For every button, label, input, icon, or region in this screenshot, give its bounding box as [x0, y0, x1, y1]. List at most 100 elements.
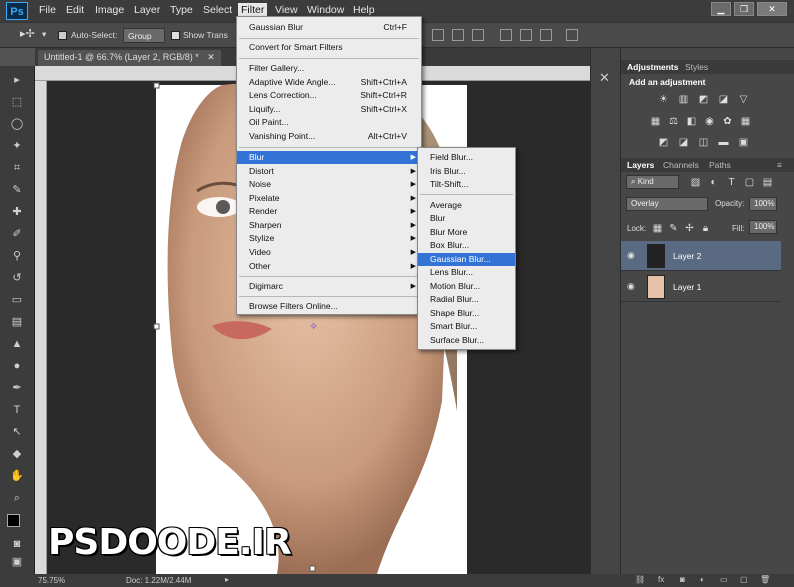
- transform-center-icon[interactable]: ✧: [309, 320, 318, 333]
- delete-layer-icon[interactable]: 🗑︎: [760, 575, 770, 584]
- menu-item-pixelate[interactable]: Pixelate ▶: [237, 192, 421, 205]
- black-white-icon[interactable]: ◧: [685, 116, 698, 127]
- menu-item-convert-smart-filters[interactable]: Convert for Smart Filters: [237, 41, 421, 54]
- opacity-input[interactable]: 100%: [749, 197, 777, 211]
- menu-item-stylize[interactable]: Stylize ▶: [237, 232, 421, 245]
- pen-tool-icon[interactable]: ✒: [9, 380, 25, 396]
- menu-item-last-filter[interactable]: Gaussian Blur Ctrl+F: [237, 21, 421, 34]
- photo-filter-icon[interactable]: ◉: [703, 116, 716, 127]
- crop-tool-icon[interactable]: ⌗: [9, 160, 25, 176]
- menu-item-lens-correction[interactable]: Lens Correction... Shift+Ctrl+R: [237, 89, 421, 102]
- menu-edit[interactable]: Edit: [66, 4, 84, 16]
- align-bottom-icon[interactable]: [472, 29, 484, 41]
- lock-position-icon[interactable]: ✢: [683, 223, 696, 234]
- menu-item-shape-blur[interactable]: Shape Blur...: [418, 307, 515, 320]
- fill-input[interactable]: 100%: [749, 220, 777, 234]
- hand-tool-icon[interactable]: ✋: [9, 468, 25, 484]
- lock-transparent-icon[interactable]: ▦: [651, 223, 664, 234]
- visibility-eye-icon[interactable]: ◉: [627, 250, 635, 261]
- menu-item-oil-paint[interactable]: Oil Paint...: [237, 116, 421, 129]
- menu-item-field-blur[interactable]: Field Blur...: [418, 151, 515, 164]
- visibility-eye-icon[interactable]: ◉: [627, 281, 635, 292]
- menu-help[interactable]: Help: [353, 4, 375, 16]
- menu-item-other[interactable]: Other ▶: [237, 260, 421, 273]
- restore-icon[interactable]: ❐: [734, 2, 754, 16]
- menu-item-radial-blur[interactable]: Radial Blur...: [418, 293, 515, 306]
- menu-item-tilt-shift[interactable]: Tilt-Shift...: [418, 178, 515, 191]
- clone-stamp-icon[interactable]: ⚲: [9, 248, 25, 264]
- panel-menu-icon[interactable]: ≡: [777, 160, 782, 170]
- auto-align-icon[interactable]: [566, 29, 578, 41]
- menu-file[interactable]: File: [39, 4, 56, 16]
- zoom-level[interactable]: 75.75%: [38, 576, 65, 585]
- new-group-icon[interactable]: ▭: [720, 575, 728, 584]
- add-mask-icon[interactable]: ◙: [680, 575, 685, 584]
- gradient-tool-icon[interactable]: ▤: [9, 314, 25, 330]
- menu-view[interactable]: View: [275, 4, 298, 16]
- move-tool-icon[interactable]: ▸: [9, 72, 25, 88]
- show-transform-checkbox[interactable]: [171, 31, 180, 40]
- color-lookup-icon[interactable]: ▦: [739, 116, 752, 127]
- vibrance-icon[interactable]: ▽: [737, 94, 750, 105]
- shape-tool-icon[interactable]: ◆: [9, 446, 25, 462]
- screen-mode-icon[interactable]: ▣: [9, 554, 25, 570]
- menu-image[interactable]: Image: [95, 4, 124, 16]
- tools-preset-icon[interactable]: ✕: [599, 70, 610, 86]
- align-middle-icon[interactable]: [452, 29, 464, 41]
- selective-color-icon[interactable]: ▣: [737, 137, 750, 148]
- healing-brush-icon[interactable]: ✚: [9, 204, 25, 220]
- menu-item-liquify[interactable]: Liquify... Shift+Ctrl+X: [237, 103, 421, 116]
- tab-layers[interactable]: Layers: [627, 160, 654, 170]
- levels-icon[interactable]: ▥: [677, 94, 690, 105]
- lasso-tool-icon[interactable]: ◯: [9, 116, 25, 132]
- menu-item-browse-filters-online[interactable]: Browse Filters Online...: [237, 300, 421, 313]
- new-layer-icon[interactable]: ▢: [740, 575, 748, 584]
- foreground-color-swatch[interactable]: [7, 514, 20, 527]
- path-selection-icon[interactable]: ↖: [9, 424, 25, 440]
- menu-item-digimarc[interactable]: Digimarc ▶: [237, 280, 421, 293]
- brush-tool-icon[interactable]: ✐: [9, 226, 25, 242]
- lock-image-icon[interactable]: ✎: [667, 223, 680, 234]
- auto-select-dropdown[interactable]: Group: [123, 28, 165, 43]
- close-icon[interactable]: ✕: [757, 2, 787, 16]
- tab-paths[interactable]: Paths: [709, 160, 731, 170]
- menu-item-gaussian-blur[interactable]: Gaussian Blur...: [418, 253, 515, 266]
- move-tool-icon[interactable]: ▸✢: [20, 27, 35, 40]
- transform-handle[interactable]: [153, 82, 160, 89]
- menu-item-blur[interactable]: Blur: [418, 212, 515, 225]
- menu-item-blur[interactable]: Blur ▶: [237, 151, 421, 164]
- dodge-tool-icon[interactable]: ●: [9, 358, 25, 374]
- menu-item-noise[interactable]: Noise ▶: [237, 178, 421, 191]
- hue-saturation-icon[interactable]: ▦: [649, 116, 662, 127]
- filter-shape-icon[interactable]: ▢: [743, 177, 756, 188]
- type-tool-icon[interactable]: T: [9, 402, 25, 418]
- eyedropper-icon[interactable]: ✎: [9, 182, 25, 198]
- filter-pixel-icon[interactable]: ▧: [689, 177, 702, 188]
- menu-type[interactable]: Type: [170, 4, 193, 16]
- menu-item-iris-blur[interactable]: Iris Blur...: [418, 165, 515, 178]
- minimize-icon[interactable]: ▁: [711, 2, 731, 16]
- layer-row-layer-2[interactable]: ◉ Layer 2: [621, 241, 781, 271]
- threshold-icon[interactable]: ◫: [697, 137, 710, 148]
- menu-item-box-blur[interactable]: Box Blur...: [418, 239, 515, 252]
- menu-item-vanishing-point[interactable]: Vanishing Point... Alt+Ctrl+V: [237, 130, 421, 143]
- lock-all-icon[interactable]: 🔒︎: [699, 223, 712, 234]
- auto-select-checkbox[interactable]: [58, 31, 67, 40]
- filter-type-icon[interactable]: T: [725, 177, 738, 188]
- distribute-center-icon[interactable]: [520, 29, 532, 41]
- align-top-icon[interactable]: [432, 29, 444, 41]
- menu-item-average[interactable]: Average: [418, 199, 515, 212]
- document-tab[interactable]: Untitled-1 @ 66.7% (Layer 2, RGB/8) * ✕: [38, 50, 221, 66]
- distribute-icon[interactable]: [500, 29, 512, 41]
- blend-mode-dropdown[interactable]: Overlay: [626, 197, 708, 211]
- posterize-icon[interactable]: ◪: [677, 137, 690, 148]
- marquee-tool-icon[interactable]: ⬚: [9, 94, 25, 110]
- invert-icon[interactable]: ◩: [657, 137, 670, 148]
- new-adjustment-icon[interactable]: ◐: [700, 575, 705, 584]
- distribute-right-icon[interactable]: [540, 29, 552, 41]
- layer-filter-dropdown[interactable]: ⌕ Kind: [626, 175, 679, 189]
- color-balance-icon[interactable]: ⚖: [667, 116, 680, 127]
- menu-item-filter-gallery[interactable]: Filter Gallery...: [237, 62, 421, 75]
- gradient-map-icon[interactable]: ▬: [717, 137, 730, 148]
- tab-channels[interactable]: Channels: [663, 160, 699, 170]
